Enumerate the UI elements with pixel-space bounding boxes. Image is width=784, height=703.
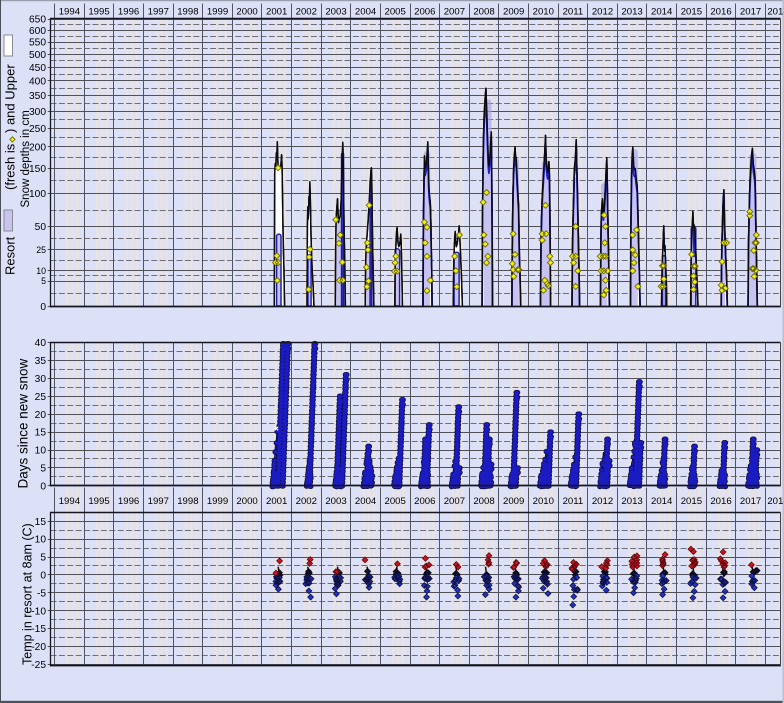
svg-text:2010: 2010 bbox=[533, 496, 554, 507]
svg-text:2012: 2012 bbox=[592, 496, 613, 507]
svg-text:2008: 2008 bbox=[473, 496, 494, 507]
svg-text:2017: 2017 bbox=[740, 496, 761, 507]
svg-text:1998: 1998 bbox=[177, 7, 198, 18]
svg-text:1999: 1999 bbox=[207, 496, 228, 507]
svg-text:Resort: Resort bbox=[3, 236, 18, 275]
svg-text:15: 15 bbox=[35, 428, 47, 439]
svg-text:5: 5 bbox=[40, 553, 46, 564]
svg-text:2009: 2009 bbox=[503, 7, 524, 18]
svg-text:0: 0 bbox=[40, 571, 46, 582]
svg-text:1995: 1995 bbox=[88, 496, 109, 507]
svg-text:2014: 2014 bbox=[651, 7, 673, 18]
svg-text:) and Upper: ) and Upper bbox=[3, 64, 18, 133]
svg-text:1994: 1994 bbox=[59, 496, 81, 507]
svg-text:450: 450 bbox=[29, 63, 46, 74]
svg-text:10: 10 bbox=[35, 446, 47, 457]
svg-text:2010: 2010 bbox=[533, 7, 554, 18]
svg-text:10: 10 bbox=[36, 266, 46, 276]
svg-text:600: 600 bbox=[29, 26, 46, 37]
svg-text:0: 0 bbox=[40, 482, 46, 493]
svg-text:2016: 2016 bbox=[710, 7, 731, 18]
svg-text:2001: 2001 bbox=[266, 496, 287, 507]
svg-text:Temp in resort at 8am (C): Temp in resort at 8am (C) bbox=[21, 523, 35, 665]
svg-text:1997: 1997 bbox=[148, 7, 169, 18]
svg-text:2018: 2018 bbox=[767, 496, 784, 507]
svg-text:35: 35 bbox=[35, 356, 47, 367]
svg-text:1999: 1999 bbox=[207, 7, 228, 18]
svg-text:2015: 2015 bbox=[681, 7, 702, 18]
svg-text:40: 40 bbox=[35, 338, 47, 349]
svg-text:2008: 2008 bbox=[473, 7, 494, 18]
svg-text:2018: 2018 bbox=[767, 7, 784, 18]
svg-text:2014: 2014 bbox=[651, 496, 673, 507]
svg-text:2000: 2000 bbox=[236, 7, 257, 18]
svg-text:2003: 2003 bbox=[325, 7, 346, 18]
svg-text:2013: 2013 bbox=[621, 7, 642, 18]
svg-text:2002: 2002 bbox=[296, 496, 317, 507]
svg-text:1996: 1996 bbox=[118, 496, 139, 507]
svg-text:2002: 2002 bbox=[296, 7, 317, 18]
svg-text:30: 30 bbox=[35, 374, 47, 385]
svg-text:2005: 2005 bbox=[385, 496, 406, 507]
svg-text:Days since new snow: Days since new snow bbox=[16, 358, 31, 488]
svg-text:2007: 2007 bbox=[444, 496, 465, 507]
svg-text:15: 15 bbox=[35, 517, 47, 528]
svg-text:1994: 1994 bbox=[59, 7, 81, 18]
svg-text:2007: 2007 bbox=[444, 7, 465, 18]
svg-text:20: 20 bbox=[35, 410, 47, 421]
svg-text:Snow depths in cm: Snow depths in cm bbox=[20, 110, 32, 207]
svg-text:2004: 2004 bbox=[355, 496, 377, 507]
svg-text:0: 0 bbox=[40, 302, 46, 313]
svg-text:5: 5 bbox=[40, 464, 46, 475]
svg-text:2015: 2015 bbox=[681, 496, 702, 507]
svg-text:2006: 2006 bbox=[414, 496, 435, 507]
svg-text:2004: 2004 bbox=[355, 7, 377, 18]
svg-text:2009: 2009 bbox=[503, 496, 524, 507]
svg-text:2005: 2005 bbox=[385, 7, 406, 18]
svg-text:25: 25 bbox=[36, 245, 46, 255]
svg-text:2011: 2011 bbox=[563, 496, 584, 507]
svg-text:10: 10 bbox=[35, 535, 47, 546]
svg-text:2006: 2006 bbox=[414, 7, 435, 18]
svg-text:550: 550 bbox=[29, 38, 46, 49]
svg-text:2016: 2016 bbox=[710, 496, 731, 507]
svg-text:5: 5 bbox=[41, 276, 46, 286]
svg-text:650: 650 bbox=[29, 15, 46, 26]
svg-text:50: 50 bbox=[35, 222, 47, 233]
svg-text:2000: 2000 bbox=[236, 496, 257, 507]
svg-text:1996: 1996 bbox=[118, 7, 139, 18]
svg-text:2012: 2012 bbox=[592, 7, 613, 18]
svg-text:2003: 2003 bbox=[325, 496, 346, 507]
svg-text:500: 500 bbox=[29, 50, 46, 61]
svg-text:1998: 1998 bbox=[177, 496, 198, 507]
svg-text:2017: 2017 bbox=[740, 7, 761, 18]
svg-text:1997: 1997 bbox=[148, 496, 169, 507]
svg-text:350: 350 bbox=[29, 91, 46, 102]
svg-text:1995: 1995 bbox=[88, 7, 109, 18]
svg-text:2001: 2001 bbox=[266, 7, 287, 18]
svg-text:-5: -5 bbox=[37, 588, 46, 599]
svg-text:(fresh is: (fresh is bbox=[3, 143, 18, 190]
svg-text:2011: 2011 bbox=[563, 7, 584, 18]
svg-text:2013: 2013 bbox=[621, 496, 642, 507]
svg-text:400: 400 bbox=[29, 77, 46, 88]
svg-text:25: 25 bbox=[35, 392, 47, 403]
